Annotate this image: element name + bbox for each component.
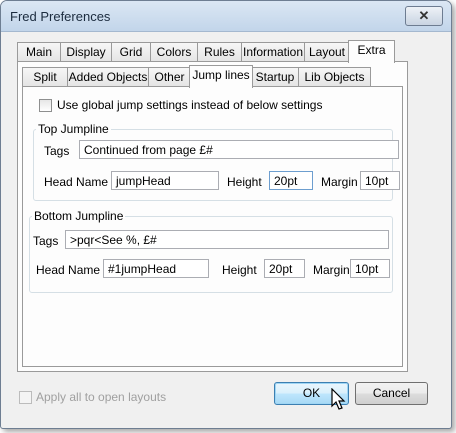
bottom-jumpline-group: Bottom Jumpline Tags >pqr<See %, £# Head…: [29, 209, 393, 293]
bottom-margin-label: Margin: [313, 263, 350, 277]
window-title: Fred Preferences: [10, 9, 111, 24]
cancel-button[interactable]: Cancel: [355, 382, 428, 405]
tab-main[interactable]: Main: [17, 42, 61, 62]
top-tags-label: Tags: [44, 144, 70, 158]
close-icon: ✕: [418, 8, 430, 23]
top-tab-row: Main Display Grid Colors Rules Informati…: [17, 40, 397, 63]
top-margin-input[interactable]: 10pt: [360, 171, 400, 190]
tab-startup[interactable]: Startup: [251, 67, 299, 87]
preferences-window: Fred Preferences ✕ Main Display Grid Col…: [0, 0, 452, 429]
top-tags-input[interactable]: Continued from page £#: [79, 140, 399, 159]
top-height-label: Height: [227, 175, 262, 189]
tab-extra[interactable]: Extra: [348, 40, 395, 63]
tab-split[interactable]: Split: [22, 67, 68, 87]
title-bar[interactable]: Fred Preferences ✕: [1, 1, 451, 32]
bottom-tags-input[interactable]: >pqr<See %, £#: [65, 230, 389, 249]
top-jumpline-title: Top Jumpline: [36, 122, 111, 136]
bottom-height-label: Height: [222, 263, 257, 277]
tab-layout[interactable]: Layout: [304, 42, 350, 62]
mouse-cursor-icon: [331, 388, 346, 410]
dialog-client: Main Display Grid Colors Rules Informati…: [9, 32, 443, 420]
bottom-jumpline-title: Bottom Jumpline: [32, 209, 126, 223]
apply-all-label: Apply all to open layouts: [36, 390, 167, 404]
tab-added-objects[interactable]: Added Objects: [67, 67, 149, 87]
sub-tab-row: Split Added Objects Other Jump lines Sta…: [22, 65, 392, 88]
tab-information[interactable]: Information: [241, 42, 305, 62]
close-button[interactable]: ✕: [405, 6, 443, 26]
top-margin-label: Margin: [321, 175, 358, 189]
bottom-tags-label: Tags: [33, 234, 59, 248]
use-global-checkbox[interactable]: [39, 99, 52, 112]
top-jumpline-group: Top Jumpline Tags Continued from page £#…: [33, 122, 400, 201]
tab-display[interactable]: Display: [60, 42, 112, 62]
jump-lines-panel: Use global jump settings instead of belo…: [22, 86, 403, 367]
use-global-label: Use global jump settings instead of belo…: [57, 98, 323, 112]
bottom-height-input[interactable]: 20pt: [264, 259, 305, 278]
top-head-name-label: Head Name: [44, 175, 109, 189]
tab-other[interactable]: Other: [148, 67, 191, 87]
apply-all-checkbox[interactable]: [19, 391, 32, 404]
tab-lib-objects[interactable]: Lib Objects: [298, 67, 371, 87]
top-head-name-input[interactable]: jumpHead: [111, 171, 219, 190]
tab-grid[interactable]: Grid: [111, 42, 151, 62]
tab-colors[interactable]: Colors: [150, 42, 198, 62]
tab-rules[interactable]: Rules: [197, 42, 242, 62]
tab-jump-lines[interactable]: Jump lines: [189, 65, 253, 88]
bottom-head-name-input[interactable]: #1jumpHead: [103, 259, 209, 278]
bottom-margin-input[interactable]: 10pt: [350, 259, 390, 278]
bottom-head-name-label: Head Name: [36, 263, 101, 277]
top-height-input[interactable]: 20pt: [269, 171, 313, 190]
